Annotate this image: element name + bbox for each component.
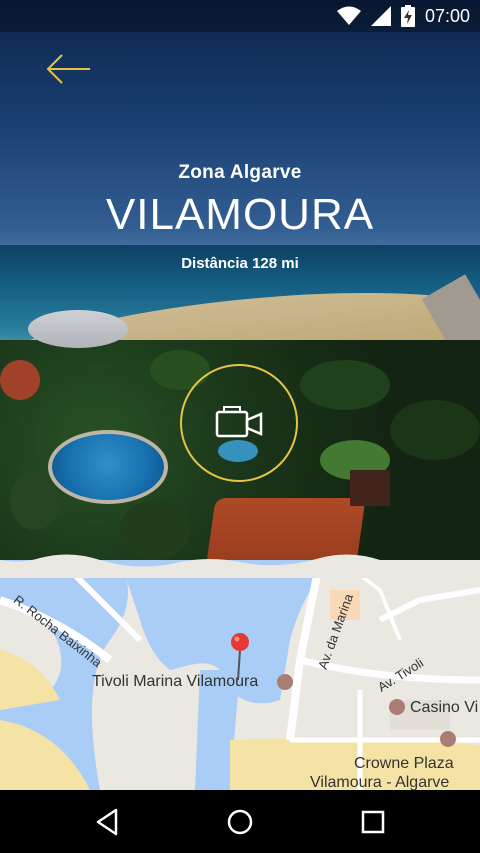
poi-crowne-label[interactable]: Crowne Plaza — [354, 755, 454, 773]
wifi-icon — [336, 6, 361, 25]
city-title: VILAMOURA — [105, 190, 375, 239]
status-bar: 07:00 — [0, 0, 480, 32]
signal-icon — [370, 6, 391, 26]
nav-recents-icon[interactable] — [355, 804, 391, 840]
poi-casino-label[interactable]: Casino Vi — [410, 699, 478, 717]
navigation-bar — [0, 790, 480, 853]
map-top-wave — [0, 554, 480, 578]
distance-label: Distância — [181, 255, 248, 272]
hero-overlay — [0, 0, 480, 600]
zone-label: Zona Algarve — [178, 162, 302, 183]
screen: 07:00 Zona Algarve VILAMOURA Distância 1… — [0, 0, 480, 853]
video-button[interactable] — [180, 364, 298, 482]
back-button[interactable] — [44, 52, 94, 86]
nav-home-icon[interactable] — [222, 804, 258, 840]
battery-charging-icon — [400, 5, 415, 27]
distance: Distância 128 mi — [0, 255, 480, 272]
distance-value: 128 mi — [252, 255, 299, 272]
video-camera-icon — [215, 406, 263, 438]
arrow-left-icon — [46, 54, 90, 84]
map-pin-icon[interactable] — [229, 632, 251, 682]
clock: 07:00 — [424, 5, 470, 26]
poi-crowne-label-2[interactable]: Vilamoura - Algarve — [310, 774, 449, 790]
nav-back-icon[interactable] — [90, 804, 126, 840]
